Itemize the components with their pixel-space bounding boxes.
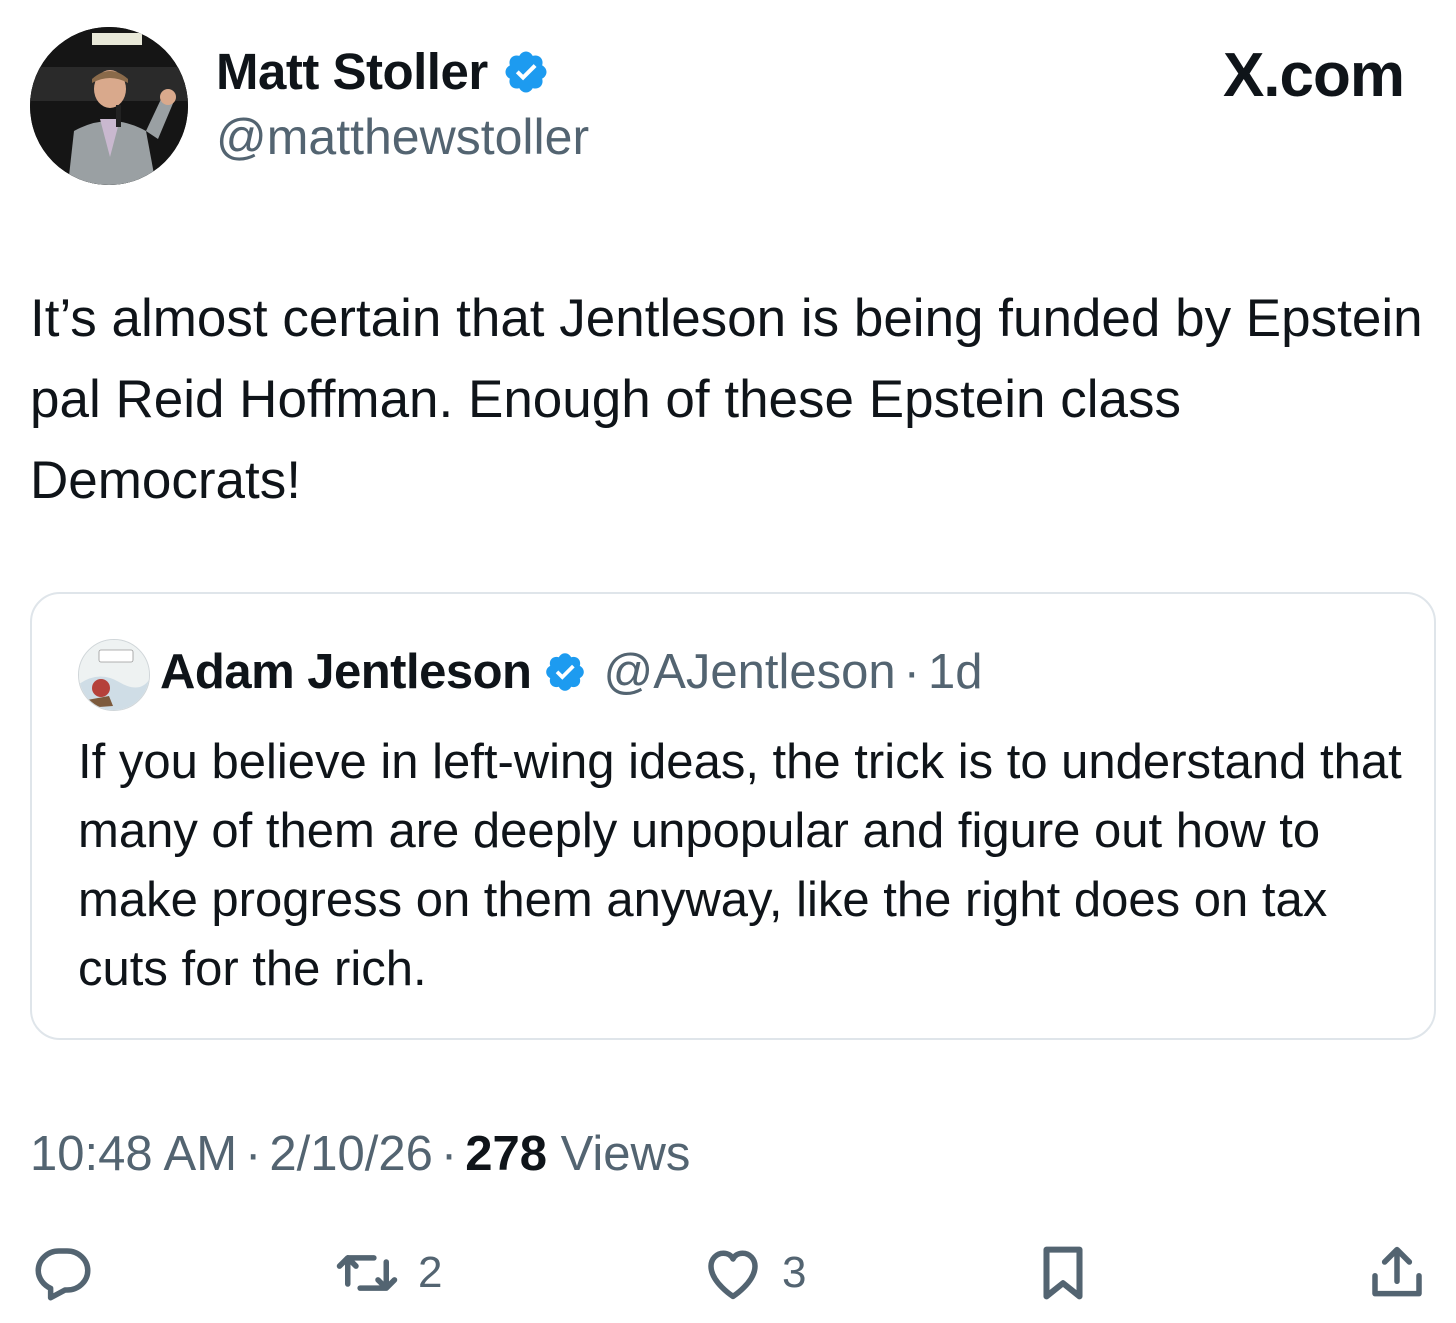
- quoted-timestamp[interactable]: 1d: [928, 644, 983, 700]
- author-avatar[interactable]: [30, 27, 188, 185]
- bookmark-button[interactable]: [1030, 1240, 1096, 1306]
- like-count: 3: [782, 1248, 807, 1297]
- retweet-button[interactable]: 2: [332, 1240, 442, 1306]
- author-avatar-image: [30, 27, 188, 185]
- share-icon: [1372, 1246, 1422, 1297]
- views-count: 278: [465, 1127, 547, 1181]
- author-name[interactable]: Matt Stoller: [216, 42, 488, 101]
- verified-badge-icon: [546, 653, 585, 691]
- tweet-text: It’s almost certain that Jentleson is be…: [30, 289, 1423, 510]
- separator-dot: ·: [440, 1127, 458, 1181]
- heart-icon: [708, 1250, 758, 1300]
- tweet-date[interactable]: 2/10/26: [269, 1127, 433, 1181]
- tweet-meta: 10:48 AM · 2/10/26 · 278 Views: [30, 1126, 690, 1182]
- retweet-count: 2: [418, 1248, 443, 1297]
- reply-button[interactable]: [30, 1240, 96, 1306]
- reply-icon: [35, 1248, 91, 1301]
- quoted-header: Adam Jentleson @AJentleson · 1d: [160, 644, 983, 700]
- quoted-tweet[interactable]: Adam Jentleson @AJentleson · 1d If you b…: [30, 592, 1436, 1040]
- author-handle[interactable]: @matthewstoller: [216, 108, 589, 166]
- brand-logo: X.com: [1222, 41, 1405, 110]
- quoted-author-name[interactable]: Adam Jentleson: [160, 644, 532, 700]
- tweet-time[interactable]: 10:48 AM: [30, 1127, 237, 1181]
- quoted-author-handle[interactable]: @AJentleson: [603, 644, 895, 700]
- retweet-icon: [336, 1255, 398, 1291]
- like-button[interactable]: 3: [700, 1240, 806, 1306]
- quoted-tweet-text: If you believe in left-wing ideas, the t…: [78, 735, 1402, 996]
- views-label: Views: [560, 1127, 691, 1181]
- author-name-row: Matt Stoller: [216, 42, 550, 101]
- separator-dot: ·: [245, 1127, 262, 1181]
- quoted-avatar-image: [79, 640, 149, 710]
- bookmark-icon: [1043, 1246, 1083, 1300]
- verified-badge-icon: [505, 51, 547, 92]
- share-button[interactable]: [1364, 1240, 1430, 1306]
- separator-dot: ·: [903, 645, 920, 699]
- quoted-author-avatar[interactable]: [78, 639, 150, 711]
